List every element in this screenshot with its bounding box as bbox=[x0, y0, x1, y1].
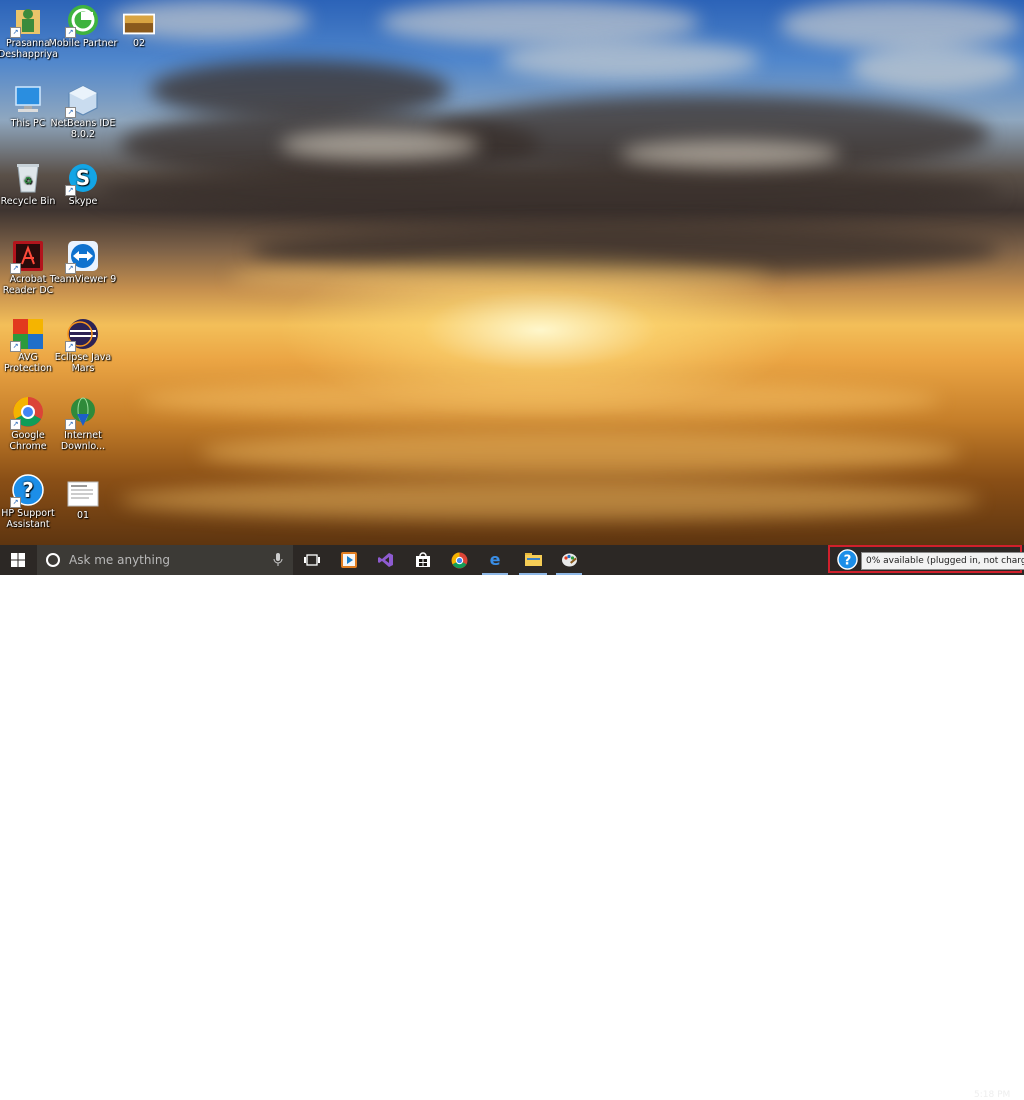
help-question-icon: ? bbox=[836, 548, 858, 570]
desktop-icon-label: TeamViewer 9 bbox=[49, 274, 117, 285]
desktop-wallpaper: ↗ Prasanna Deshappriya ↗ Mobile Partner … bbox=[0, 0, 1024, 545]
task-view-button[interactable] bbox=[298, 545, 326, 575]
chrome-taskbar-button[interactable] bbox=[446, 545, 472, 575]
shortcut-arrow-icon: ↗ bbox=[10, 497, 21, 508]
recycle-bin-icon: ♻ bbox=[12, 162, 44, 194]
shortcut-arrow-icon: ↗ bbox=[10, 341, 21, 352]
desktop-icon-label: Skype bbox=[68, 196, 98, 207]
svg-text:e: e bbox=[490, 551, 501, 567]
edge-button[interactable]: e bbox=[482, 545, 508, 575]
clock-time[interactable]: 5:18 PM bbox=[974, 1090, 1010, 1100]
shortcut-arrow-icon: ↗ bbox=[65, 263, 76, 274]
document-file-icon bbox=[67, 480, 99, 508]
desktop-icon-label: Eclipse Java Mars bbox=[54, 352, 112, 374]
store-button[interactable] bbox=[410, 545, 436, 575]
desktop-icon-label: Internet Downlo... bbox=[60, 430, 106, 452]
avg-icon: ↗ bbox=[10, 318, 44, 352]
cortana-circle-icon bbox=[46, 553, 60, 567]
teamviewer-icon: ↗ bbox=[65, 240, 99, 274]
skype-icon: S ↗ bbox=[65, 162, 99, 196]
svg-text:?: ? bbox=[22, 478, 34, 502]
hp-support-icon: ? ↗ bbox=[10, 474, 44, 508]
svg-text:S: S bbox=[76, 166, 90, 190]
desktop-icon-eclipse[interactable]: ↗ Eclipse Java Mars bbox=[48, 318, 118, 374]
desktop-icon-label: 02 bbox=[132, 38, 146, 49]
shortcut-arrow-icon: ↗ bbox=[65, 107, 76, 118]
microphone-icon[interactable] bbox=[273, 553, 283, 567]
store-icon bbox=[416, 552, 430, 567]
paint-button[interactable] bbox=[556, 545, 582, 575]
desktop-icon-teamviewer[interactable]: ↗ TeamViewer 9 bbox=[48, 240, 118, 285]
desktop-icon-label: NetBeans IDE 8.0.2 bbox=[50, 118, 116, 140]
shortcut-arrow-icon: ↗ bbox=[65, 419, 76, 430]
desktop-icon-02[interactable]: 02 bbox=[104, 12, 174, 49]
svg-text:?: ? bbox=[843, 553, 851, 568]
media-player-icon bbox=[341, 552, 357, 568]
media-player-button[interactable] bbox=[336, 545, 362, 575]
mobile-partner-icon: ↗ bbox=[65, 4, 99, 38]
acrobat-icon: ↗ bbox=[10, 240, 44, 274]
battery-tooltip-text: 0% available (plugged in, not charging) bbox=[866, 556, 1024, 566]
cortana-search-box[interactable]: Ask me anything bbox=[37, 545, 293, 575]
image-file-icon bbox=[123, 12, 155, 36]
shortcut-arrow-icon: ↗ bbox=[65, 27, 76, 38]
start-button[interactable] bbox=[0, 545, 36, 575]
edge-icon: e bbox=[490, 551, 501, 567]
netbeans-icon: ↗ bbox=[65, 84, 99, 118]
search-placeholder: Ask me anything bbox=[69, 553, 171, 567]
shortcut-arrow-icon: ↗ bbox=[65, 341, 76, 352]
computer-icon bbox=[12, 84, 44, 116]
file-explorer-icon bbox=[524, 553, 542, 566]
battery-status-button[interactable]: ? bbox=[836, 547, 858, 571]
eclipse-icon: ↗ bbox=[65, 318, 99, 352]
battery-tooltip: 0% available (plugged in, not charging) bbox=[861, 552, 1024, 570]
shortcut-arrow-icon: ↗ bbox=[10, 419, 21, 430]
windows-logo-icon bbox=[11, 553, 25, 567]
internet-download-icon: ↗ bbox=[65, 396, 99, 430]
svg-text:♻: ♻ bbox=[24, 176, 33, 187]
shortcut-arrow-icon: ↗ bbox=[10, 263, 21, 274]
chrome-icon: ↗ bbox=[10, 396, 44, 430]
paint-icon bbox=[561, 553, 577, 566]
chrome-icon bbox=[451, 552, 467, 568]
task-view-icon bbox=[304, 554, 320, 566]
desktop-icon-netbeans[interactable]: ↗ NetBeans IDE 8.0.2 bbox=[48, 84, 118, 140]
shortcut-arrow-icon: ↗ bbox=[65, 185, 76, 196]
desktop-icon-skype[interactable]: S ↗ Skype bbox=[48, 162, 118, 207]
file-explorer-button[interactable] bbox=[519, 545, 547, 575]
desktop-icon-label: 01 bbox=[76, 510, 90, 521]
desktop-icon-internet-download[interactable]: ↗ Internet Downlo... bbox=[48, 396, 118, 452]
desktop-icon-01[interactable]: 01 bbox=[48, 480, 118, 521]
visual-studio-button[interactable] bbox=[373, 545, 399, 575]
shortcut-arrow-icon: ↗ bbox=[10, 27, 21, 38]
user-folder-icon: ↗ bbox=[10, 4, 44, 38]
visual-studio-icon bbox=[378, 553, 393, 567]
